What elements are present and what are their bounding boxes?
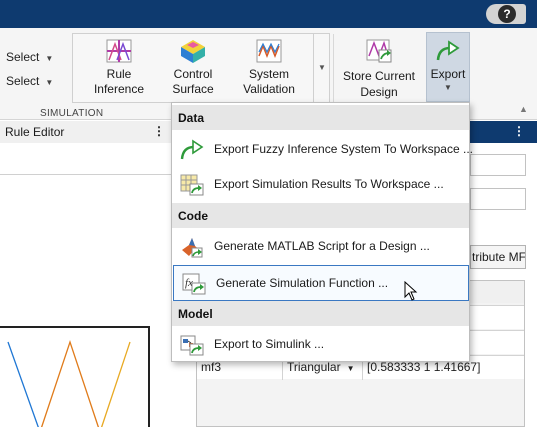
title-bar: ?	[0, 0, 537, 28]
rule-editor-panel	[0, 144, 172, 427]
export-arrow-icon	[436, 40, 460, 61]
caret-down-icon: ▼	[346, 364, 355, 373]
distribute-mfs-button[interactable]: tribute MFs	[470, 245, 526, 269]
select-dropdown-2[interactable]: Select ▼	[6, 74, 53, 88]
menu-item-generate-script[interactable]: Generate MATLAB Script for a Design ...	[172, 229, 469, 265]
separator	[333, 34, 334, 106]
select-label: Select	[6, 50, 40, 64]
menu-item-generate-sim-function[interactable]: fx Generate Simulation Function ...	[173, 265, 469, 301]
function-icon: fx	[182, 273, 206, 295]
menu-item-export-sim-results[interactable]: Export Simulation Results To Workspace .…	[172, 167, 469, 203]
export-label: Export	[430, 67, 466, 81]
control-surface-label-1: Control	[173, 67, 213, 81]
select-label: Select	[6, 74, 40, 88]
membership-plot-lines	[7, 339, 131, 427]
plot-series-mf1	[7, 341, 39, 427]
menu-item-label: Generate Simulation Function ...	[216, 276, 389, 290]
help-container: ?	[486, 4, 526, 24]
divider	[0, 174, 172, 175]
menu-item-label: Generate MATLAB Script for a Design ...	[214, 239, 430, 253]
matlab-script-icon	[182, 238, 203, 258]
rule-inference-label-2: Inference	[93, 82, 145, 96]
store-design-icon	[366, 39, 392, 63]
tab-active-membership[interactable]: ⋮	[466, 121, 537, 143]
tab-rule-editor[interactable]: Rule Editor ⋮	[0, 121, 172, 143]
control-surface-label-2: Surface	[172, 82, 214, 96]
section-header-model: Model	[172, 301, 469, 326]
export-arrow-icon	[180, 139, 204, 160]
menu-item-label: Export Fuzzy Inference System To Workspa…	[214, 142, 473, 156]
export-results-icon	[180, 174, 204, 196]
tab-label: Rule Editor	[5, 125, 65, 139]
store-design-label-2: Design	[360, 85, 398, 99]
control-surface-icon	[181, 40, 205, 63]
mouse-cursor-icon	[404, 281, 418, 301]
plot-series-mf2	[40, 339, 100, 427]
caret-down-icon: ▼	[318, 63, 326, 72]
export-button[interactable]: Export ▼	[426, 32, 470, 102]
simulation-gallery: Rule Inference Control Surface System Va…	[72, 33, 330, 103]
export-menu: Data Export Fuzzy Inference System To Wo…	[171, 102, 473, 363]
menu-item-label: Export to Simulink ...	[214, 337, 325, 351]
store-design-label-1: Store Current	[342, 69, 416, 83]
select-dropdown-1[interactable]: Select ▼	[6, 50, 53, 64]
caret-down-icon: ▼	[45, 78, 54, 87]
caret-down-icon: ▼	[444, 83, 452, 92]
section-header-data: Data	[172, 105, 469, 130]
menu-item-export-fis[interactable]: Export Fuzzy Inference System To Workspa…	[172, 132, 473, 168]
membership-plot	[0, 326, 150, 427]
name-field[interactable]	[470, 154, 526, 176]
simulink-icon	[180, 335, 204, 356]
rule-inference-button[interactable]: Rule Inference	[83, 38, 155, 100]
caret-down-icon: ▼	[45, 54, 54, 63]
simulation-group-label: SIMULATION	[40, 108, 104, 119]
system-validation-icon	[256, 39, 282, 63]
menu-item-label: Export Simulation Results To Workspace .…	[214, 177, 444, 191]
range-field[interactable]	[470, 188, 526, 210]
collapse-toolstrip-icon[interactable]: ▲	[519, 104, 528, 114]
control-surface-button[interactable]: Control Surface	[157, 38, 229, 100]
more-options-icon[interactable]: ⋮	[513, 124, 525, 138]
system-validation-label-1: System	[248, 67, 289, 81]
more-options-icon[interactable]: ⋮	[153, 124, 165, 138]
system-validation-label-2: Validation	[243, 82, 295, 96]
rule-inference-label-1: Rule	[106, 67, 132, 81]
system-validation-button[interactable]: System Validation	[233, 38, 305, 100]
help-button[interactable]: ?	[498, 5, 516, 23]
menu-item-export-simulink[interactable]: Export to Simulink ...	[172, 327, 469, 363]
rule-inference-icon	[106, 39, 132, 63]
section-header-code: Code	[172, 203, 469, 228]
store-current-design-button[interactable]: Store Current Design	[338, 38, 420, 100]
plot-series-mf3	[100, 341, 131, 427]
gallery-expand-button[interactable]: ▼	[313, 34, 330, 102]
